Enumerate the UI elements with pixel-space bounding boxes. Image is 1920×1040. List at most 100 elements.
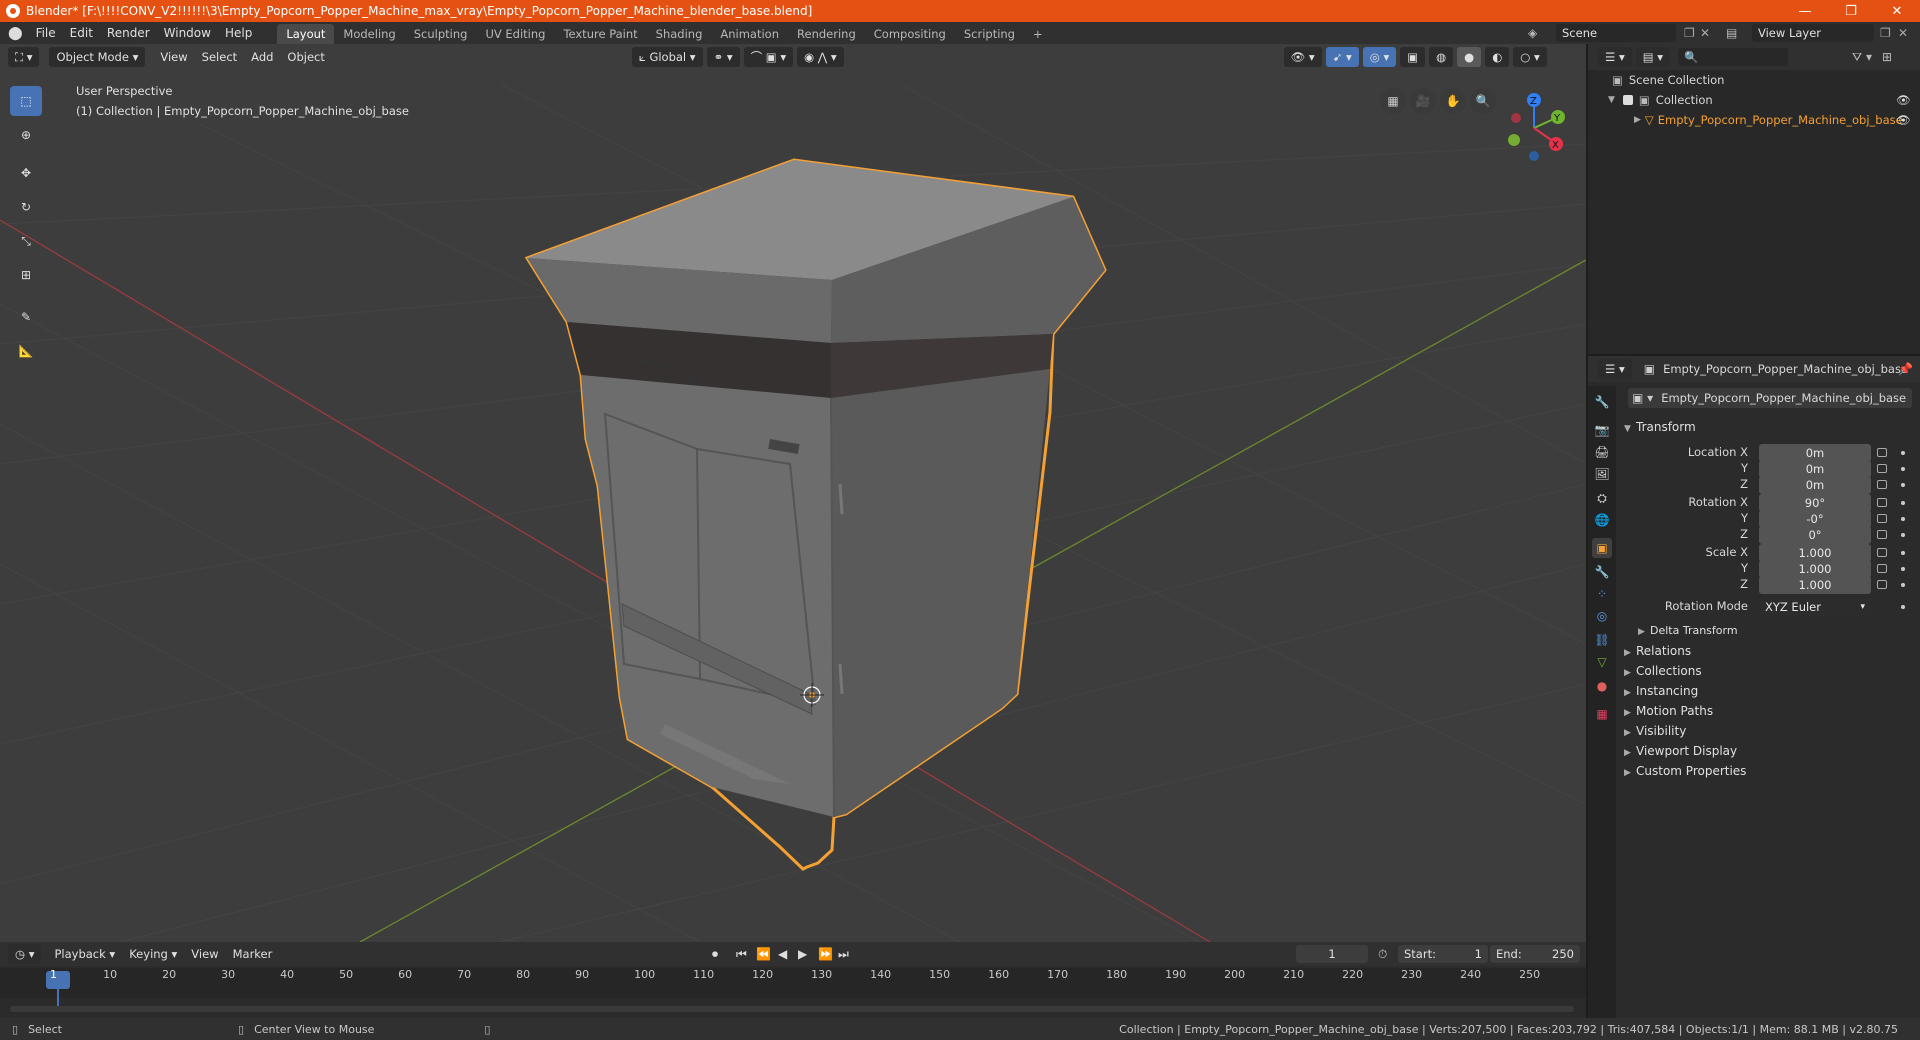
shading-solid[interactable]: ● bbox=[1457, 47, 1482, 67]
lock-icon[interactable] bbox=[1877, 448, 1887, 457]
start-frame-field[interactable]: Start: 1 bbox=[1398, 945, 1488, 963]
constraints-tab-icon[interactable]: ⛓ bbox=[1592, 630, 1612, 650]
view-layer-new-icon[interactable]: ❐ bbox=[1880, 26, 1891, 40]
timeline-menu-playback[interactable]: Playback ▾ bbox=[47, 947, 122, 961]
view-layer-tab-icon[interactable]: 🖼 bbox=[1592, 464, 1612, 484]
filter-icon[interactable]: ⛛ ▾ bbox=[1852, 50, 1872, 65]
outliner-row-scene-collection[interactable]: ▣ Scene Collection bbox=[1588, 70, 1920, 90]
annotate-tool[interactable]: ✎ bbox=[10, 302, 42, 332]
new-collection-icon[interactable]: ⊞ bbox=[1882, 50, 1892, 64]
timeline-editor[interactable]: ◷ ▾ Playback ▾ Keying ▾ View Marker ⏺ ⏮ … bbox=[0, 942, 1586, 1018]
viewport-menu-view[interactable]: View bbox=[153, 50, 194, 64]
object-expand-icon[interactable]: ▶ bbox=[1634, 115, 1641, 125]
timeline-menu-marker[interactable]: Marker bbox=[226, 947, 280, 961]
camera-view-icon[interactable]: 🎥 bbox=[1410, 88, 1436, 114]
collection-expand-icon[interactable]: ▼ bbox=[1608, 95, 1615, 105]
modifier-tab-icon[interactable]: 🔧 bbox=[1592, 562, 1612, 582]
play-reverse-icon[interactable]: ◀ bbox=[778, 947, 787, 961]
tab-animation[interactable]: Animation bbox=[711, 24, 788, 44]
keyframe-dot[interactable] bbox=[1901, 533, 1905, 537]
keyframe-dot[interactable] bbox=[1901, 551, 1905, 555]
play-icon[interactable]: ▶ bbox=[798, 947, 807, 961]
shading-wireframe[interactable]: ◍ bbox=[1429, 47, 1454, 67]
delta-transform-subpanel[interactable]: ▶ Delta Transform bbox=[1638, 624, 1738, 637]
transform-tool[interactable]: ⊞ bbox=[10, 260, 42, 290]
tab-layout[interactable]: Layout bbox=[277, 24, 335, 44]
viewport-display-panel-header[interactable]: ▶ Viewport Display bbox=[1624, 744, 1737, 758]
tab-compositing[interactable]: Compositing bbox=[865, 24, 955, 44]
menu-window[interactable]: Window bbox=[157, 26, 218, 40]
visibility-dropdown[interactable]: 👁 ▾ bbox=[1283, 47, 1322, 67]
timeline-editor-type[interactable]: ◷ ▾ bbox=[8, 944, 42, 964]
transform-orientation-dropdown[interactable]: ⟀ Global ▾ bbox=[631, 47, 703, 67]
lock-icon[interactable] bbox=[1877, 480, 1887, 489]
lock-icon[interactable] bbox=[1877, 498, 1887, 507]
collections-panel-header[interactable]: ▶ Collections bbox=[1624, 664, 1702, 678]
proportional-edit-toggle[interactable]: ◉ ⋀ ▾ bbox=[797, 47, 844, 67]
tab-texture-paint[interactable]: Texture Paint bbox=[554, 24, 646, 44]
pan-view-icon[interactable]: ✋ bbox=[1440, 88, 1466, 114]
overlay-toggle[interactable]: ◎ ▾ bbox=[1362, 47, 1397, 67]
shading-material[interactable]: ◐ bbox=[1485, 47, 1510, 67]
lock-icon[interactable] bbox=[1877, 464, 1887, 473]
rotation-mode-dropdown[interactable]: XYZ Euler ▾ bbox=[1759, 598, 1871, 616]
move-tool[interactable]: ✥ bbox=[10, 158, 42, 188]
menu-render[interactable]: Render bbox=[100, 26, 157, 40]
navigation-gizmo[interactable]: Z Y X bbox=[1490, 86, 1570, 166]
viewport-menu-add[interactable]: Add bbox=[244, 50, 280, 64]
material-tab-icon[interactable]: ● bbox=[1592, 676, 1612, 696]
scene-remove-icon[interactable]: ✕ bbox=[1700, 26, 1710, 40]
object-visibility-icon[interactable]: 👁 bbox=[1896, 113, 1911, 127]
world-tab-icon[interactable]: 🌐 bbox=[1592, 510, 1612, 530]
tab-rendering[interactable]: Rendering bbox=[788, 24, 865, 44]
add-workspace-button[interactable]: + bbox=[1024, 24, 1052, 44]
tab-sculpting[interactable]: Sculpting bbox=[405, 24, 477, 44]
lock-icon[interactable] bbox=[1877, 514, 1887, 523]
minimize-button[interactable]: — bbox=[1782, 0, 1828, 22]
measure-tool[interactable]: 📐 bbox=[10, 336, 42, 366]
scene-field[interactable]: Scene bbox=[1556, 24, 1676, 42]
pin-icon[interactable]: 📌 bbox=[1898, 362, 1913, 376]
xray-toggle[interactable]: ▣ bbox=[1400, 47, 1426, 67]
blender-menu-icon[interactable]: ⬤ bbox=[8, 26, 23, 41]
menu-help[interactable]: Help bbox=[218, 26, 259, 40]
keyframe-dot[interactable] bbox=[1901, 483, 1905, 487]
clock-icon[interactable]: ⏱ bbox=[1378, 947, 1387, 962]
view-layer-remove-icon[interactable]: ✕ bbox=[1898, 26, 1908, 40]
lock-icon[interactable] bbox=[1877, 580, 1887, 589]
tab-shading[interactable]: Shading bbox=[647, 24, 712, 44]
viewport-menu-object[interactable]: Object bbox=[280, 50, 331, 64]
pivot-dropdown[interactable]: ⚭ ▾ bbox=[706, 47, 740, 67]
scale-tool[interactable]: ⤡ bbox=[10, 226, 42, 256]
jump-start-icon[interactable]: ⏮ bbox=[736, 947, 747, 962]
render-tab-icon[interactable]: 📷 bbox=[1592, 420, 1612, 440]
motion-paths-panel-header[interactable]: ▶ Motion Paths bbox=[1624, 704, 1713, 718]
lock-icon[interactable] bbox=[1877, 564, 1887, 573]
timeline-menu-keying[interactable]: Keying ▾ bbox=[122, 947, 184, 961]
lock-icon[interactable] bbox=[1877, 548, 1887, 557]
relations-panel-header[interactable]: ▶ Relations bbox=[1624, 644, 1691, 658]
close-button[interactable]: ✕ bbox=[1874, 0, 1920, 22]
rotate-tool[interactable]: ↻ bbox=[10, 192, 42, 222]
scene-tab-icon[interactable]: ⛭ bbox=[1592, 488, 1612, 508]
snap-toggle[interactable]: ⌒ ▣ ▾ bbox=[743, 47, 794, 67]
editor-type-icon[interactable]: ⛶ ▾ bbox=[8, 47, 40, 67]
tab-scripting[interactable]: Scripting bbox=[955, 24, 1024, 44]
rotation-z-field[interactable]: 0° bbox=[1759, 526, 1871, 544]
custom-properties-panel-header[interactable]: ▶ Custom Properties bbox=[1624, 764, 1746, 778]
object-name-field[interactable]: ▣ ▾ Empty_Popcorn_Popper_Machine_obj_bas… bbox=[1628, 388, 1912, 408]
view-layer-field[interactable]: View Layer bbox=[1752, 24, 1874, 42]
timeline-menu-view[interactable]: View bbox=[184, 947, 225, 961]
tab-modeling[interactable]: Modeling bbox=[334, 24, 404, 44]
collection-checkbox[interactable] bbox=[1622, 95, 1633, 105]
viewport-menu-select[interactable]: Select bbox=[195, 50, 244, 64]
tool-tab-icon[interactable]: 🔧 bbox=[1592, 392, 1612, 412]
keyframe-dot[interactable] bbox=[1901, 605, 1905, 609]
current-frame-field[interactable]: 1 bbox=[1296, 945, 1368, 963]
visibility-panel-header[interactable]: ▶ Visibility bbox=[1624, 724, 1686, 738]
outliner-search-input[interactable]: 🔍 bbox=[1678, 48, 1789, 66]
keyframe-dot[interactable] bbox=[1901, 451, 1905, 455]
tab-uv-editing[interactable]: UV Editing bbox=[476, 24, 554, 44]
select-box-tool[interactable]: ⬚ bbox=[10, 86, 42, 116]
scene-new-icon[interactable]: ❐ bbox=[1684, 26, 1695, 40]
